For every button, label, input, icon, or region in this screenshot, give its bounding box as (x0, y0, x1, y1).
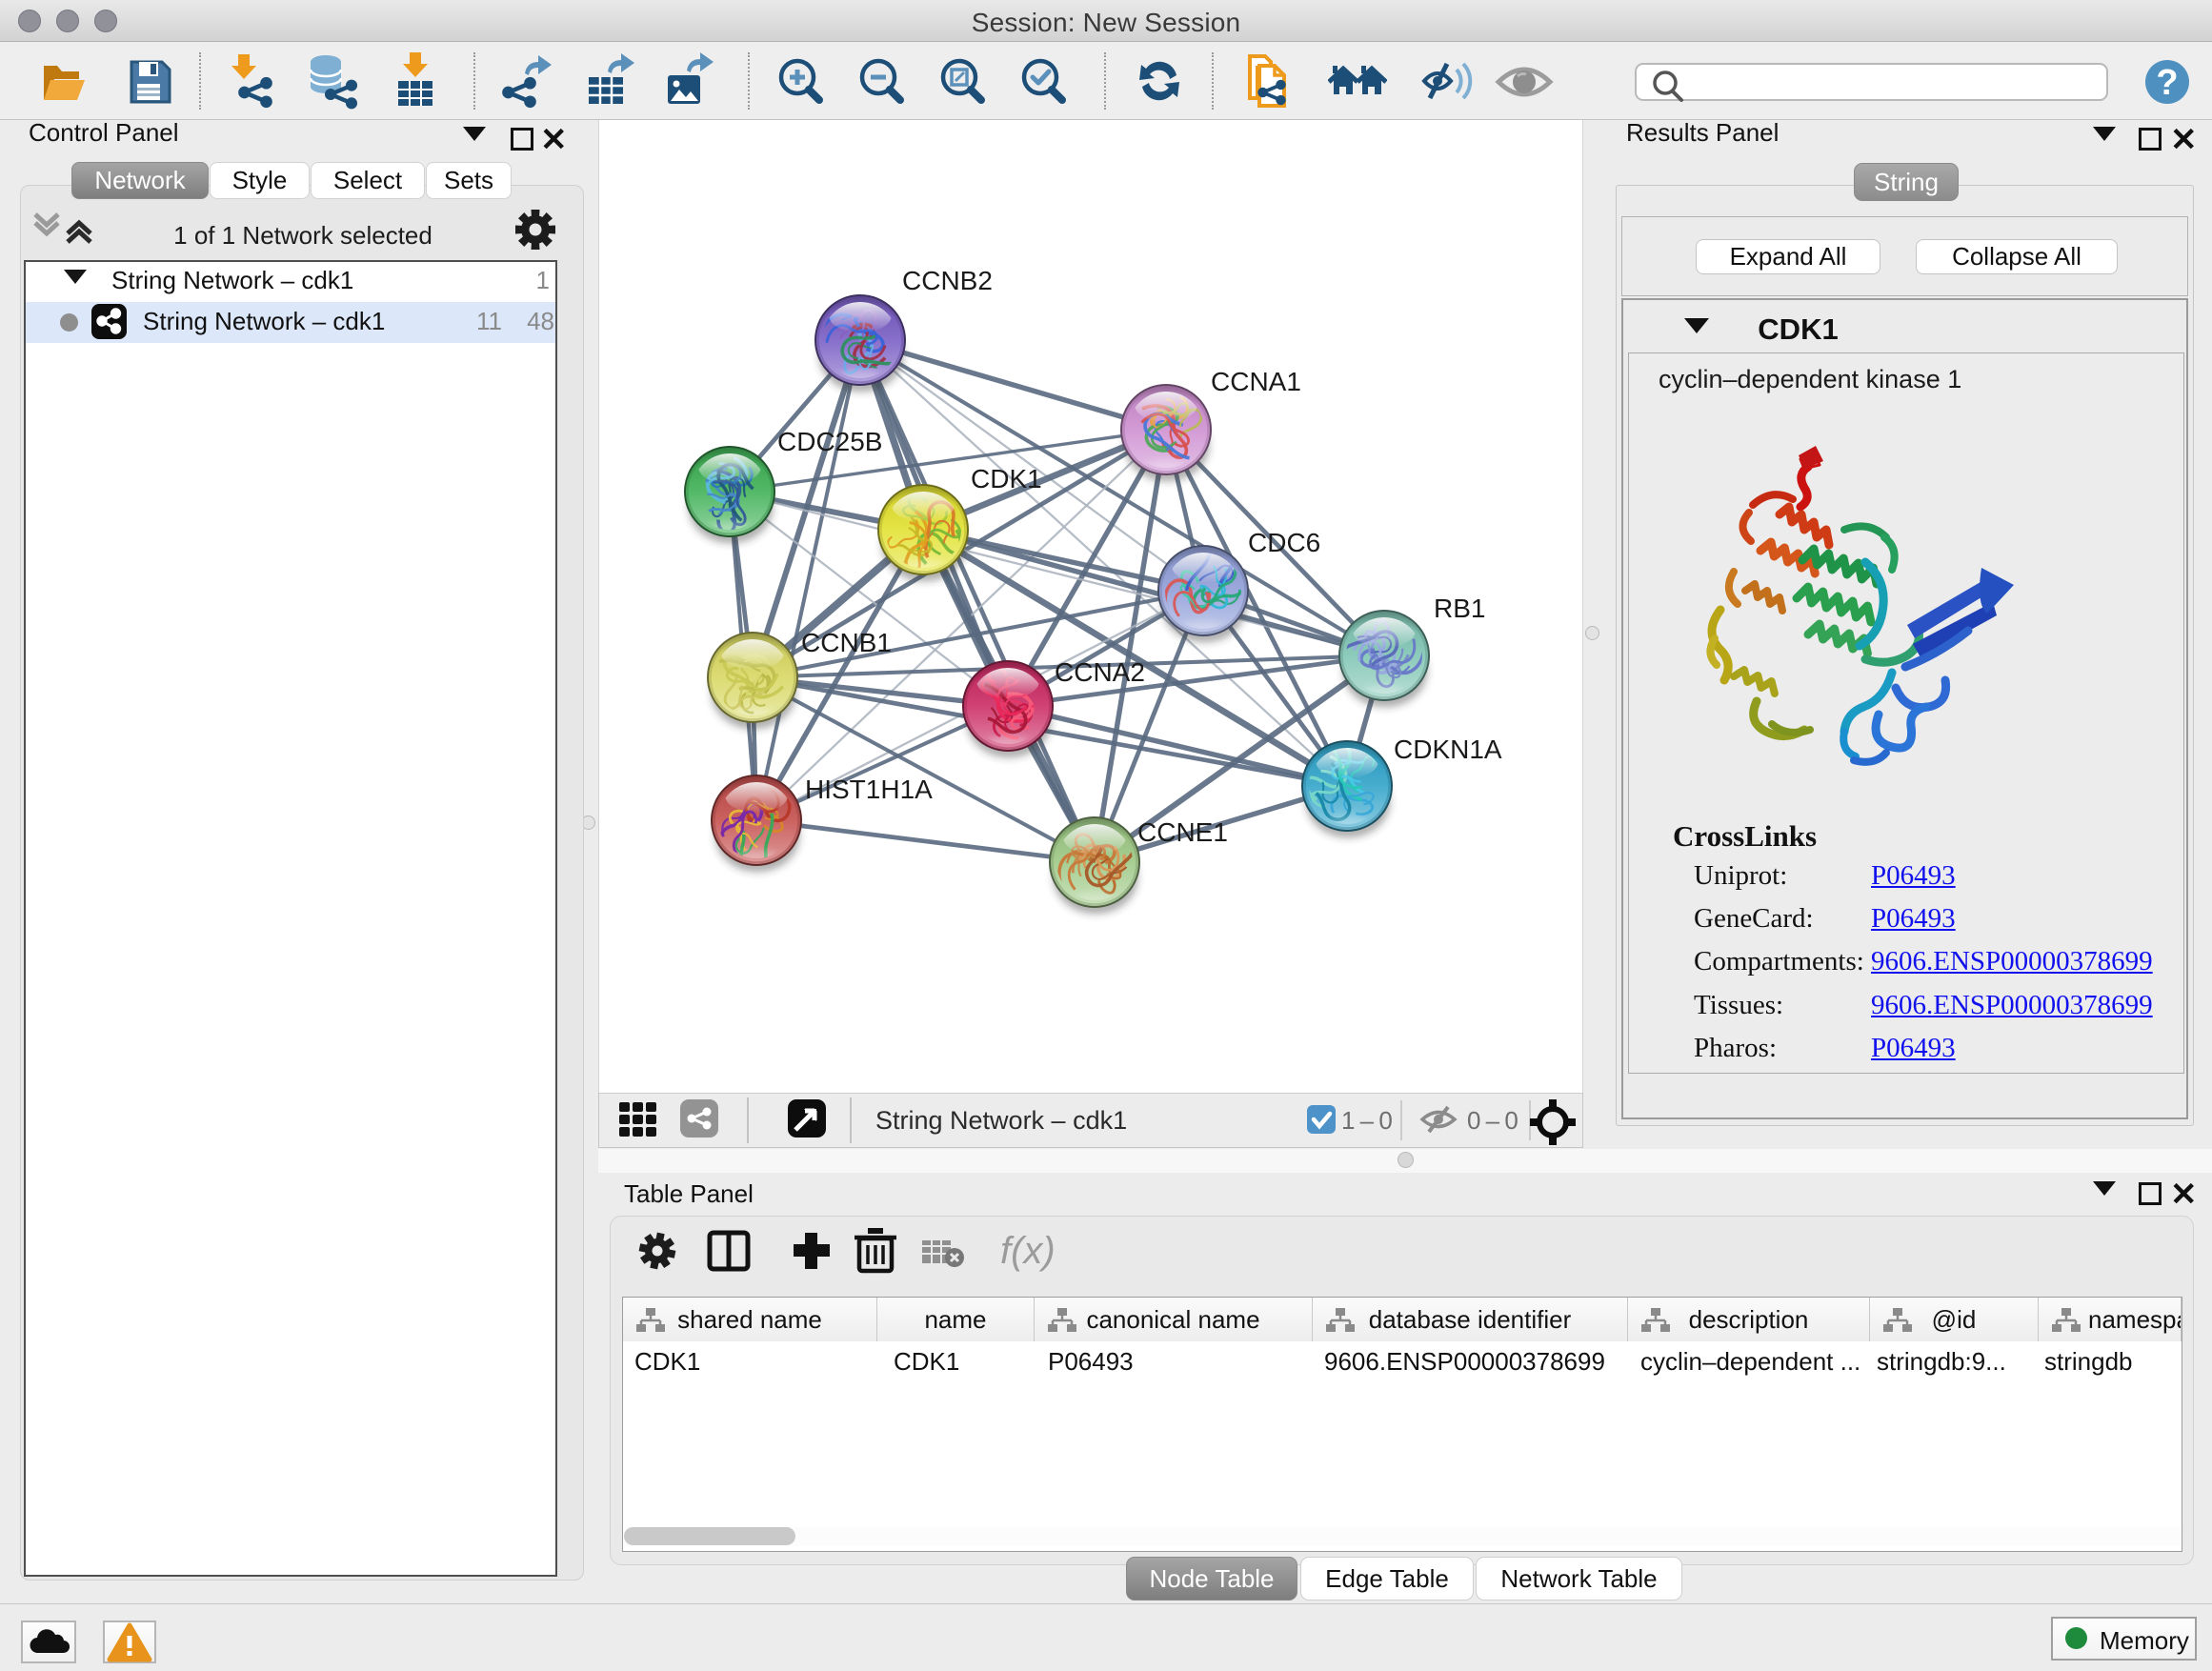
svg-text:String Network – cdk1: String Network – cdk1 (875, 1106, 1127, 1135)
svg-text:CCNB2: CCNB2 (902, 266, 993, 295)
svg-text:CCNE1: CCNE1 (1137, 817, 1228, 847)
svg-text:0 – 0: 0 – 0 (1467, 1106, 1518, 1135)
svg-text:CCNA2: CCNA2 (1055, 657, 1145, 687)
svg-text:f(x): f(x) (1000, 1230, 1056, 1272)
svg-text:CCNB1: CCNB1 (801, 628, 892, 657)
svg-text:CDC25B: CDC25B (777, 427, 882, 456)
svg-text:1 – 0: 1 – 0 (1341, 1106, 1392, 1135)
svg-text:?: ? (2156, 63, 2178, 103)
svg-text:CDKN1A: CDKN1A (1394, 735, 1502, 764)
svg-text:CDC6: CDC6 (1248, 528, 1320, 557)
svg-text:CDK1: CDK1 (971, 464, 1042, 493)
svg-text:HIST1H1A: HIST1H1A (805, 775, 933, 804)
svg-text:RB1: RB1 (1434, 594, 1485, 623)
svg-text:CCNA1: CCNA1 (1211, 367, 1301, 396)
